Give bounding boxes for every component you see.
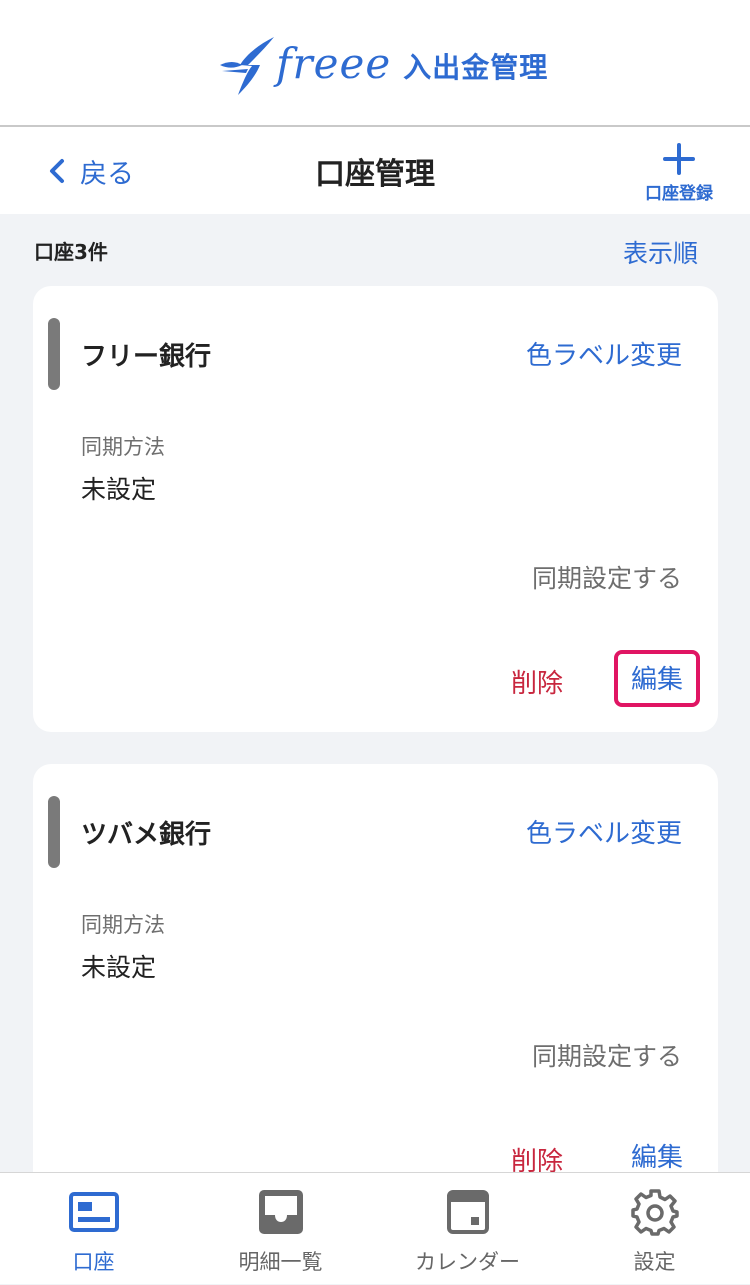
change-color-label-link[interactable]: 色ラベル変更 xyxy=(526,335,682,372)
app-header: freee 入出金管理 xyxy=(0,0,750,127)
tab-accounts[interactable]: 口座 xyxy=(0,1173,187,1285)
sync-method-value: 未設定 xyxy=(81,953,157,982)
calendar-icon xyxy=(446,1190,489,1234)
navigation-bar: 戻る 口座管理 口座登録 xyxy=(0,127,750,214)
tab-label: 設定 xyxy=(633,1250,676,1274)
account-card: フリー銀行 色ラベル変更 同期方法 未設定 同期設定する 削除 編集 xyxy=(33,286,718,732)
account-count: 口座3件 xyxy=(34,240,108,264)
account-name: ツバメ銀行 xyxy=(81,820,212,850)
tab-transactions[interactable]: 明細一覧 xyxy=(187,1173,374,1285)
sync-setting-link[interactable]: 同期設定する xyxy=(532,559,682,595)
chevron-left-icon xyxy=(50,159,64,183)
sync-method-value: 未設定 xyxy=(81,475,157,504)
add-account-button[interactable]: 口座登録 xyxy=(636,143,722,204)
sync-setting-link[interactable]: 同期設定する xyxy=(532,1037,682,1073)
logo-wordmark: freee xyxy=(276,38,392,88)
edit-button[interactable]: 編集 xyxy=(614,650,700,707)
tab-calendar[interactable]: カレンダー xyxy=(374,1173,561,1285)
freee-logo: freee 入出金管理 xyxy=(218,34,548,98)
back-button[interactable]: 戻る xyxy=(46,151,134,191)
gear-icon xyxy=(630,1189,679,1236)
swallow-logo-icon xyxy=(220,37,274,95)
tab-label: 口座 xyxy=(72,1250,115,1274)
add-account-label: 口座登録 xyxy=(645,184,713,204)
app-name: 入出金管理 xyxy=(403,51,549,84)
tab-label: カレンダー xyxy=(415,1250,520,1274)
tab-label: 明細一覧 xyxy=(238,1250,323,1274)
plus-icon xyxy=(663,143,695,175)
back-label: 戻る xyxy=(80,158,134,190)
sync-method-label: 同期方法 xyxy=(81,913,165,937)
account-name: フリー銀行 xyxy=(81,342,212,372)
sync-method-label: 同期方法 xyxy=(81,435,165,459)
sort-order-link[interactable]: 表示順 xyxy=(623,234,698,270)
delete-button[interactable]: 削除 xyxy=(511,663,563,700)
account-summary-bar: 口座3件 表示順 xyxy=(0,214,750,286)
tab-settings[interactable]: 設定 xyxy=(561,1173,748,1285)
account-card: ツバメ銀行 色ラベル変更 同期方法 未設定 同期設定する 削除 編集 xyxy=(33,764,718,1210)
bank-card-icon xyxy=(68,1192,119,1232)
color-label-bar xyxy=(48,796,60,868)
bottom-tab-bar: 口座 明細一覧 カレンダー 設定 xyxy=(0,1172,750,1284)
change-color-label-link[interactable]: 色ラベル変更 xyxy=(526,813,682,850)
color-label-bar xyxy=(48,318,60,390)
inbox-tray-icon xyxy=(258,1190,303,1234)
